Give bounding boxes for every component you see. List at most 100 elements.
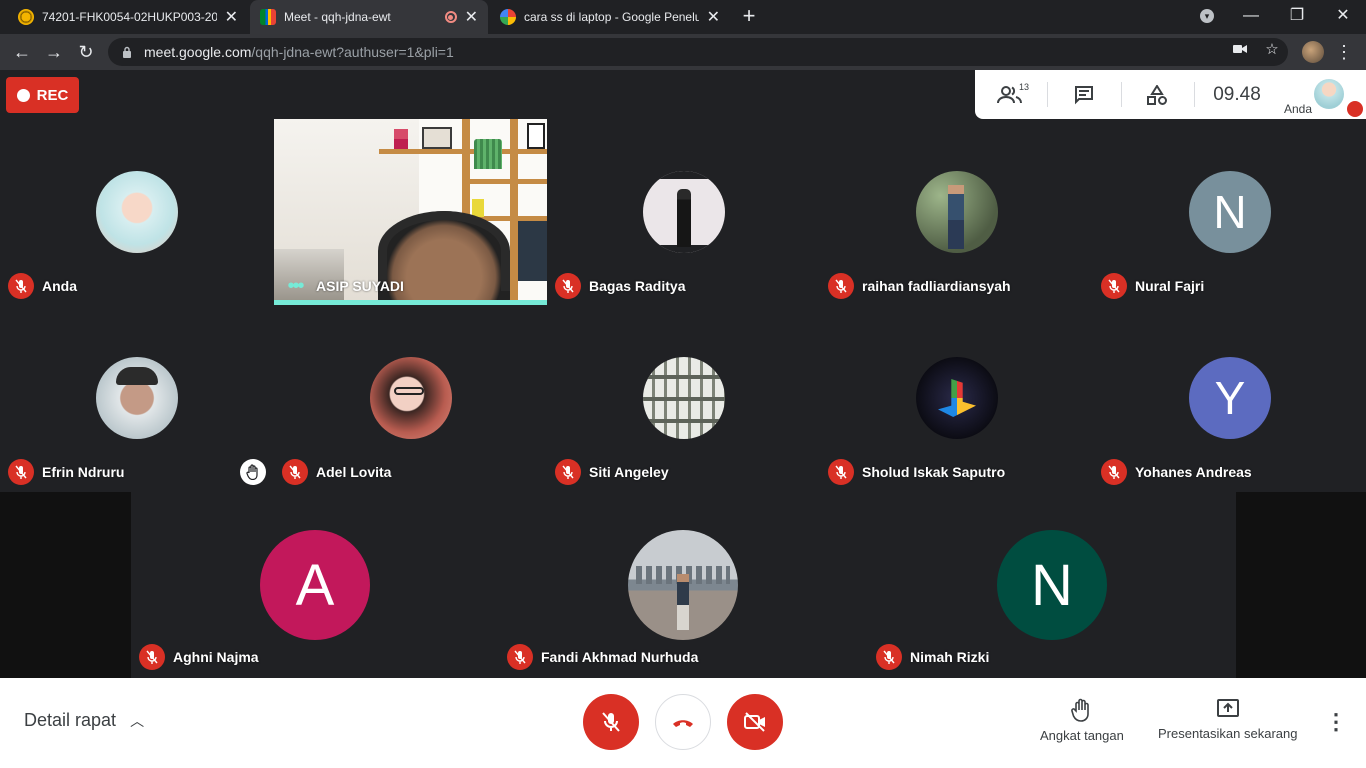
- participant-avatar: [643, 171, 725, 253]
- participant-tile[interactable]: Fandi Akhmad Nurhuda: [499, 492, 867, 678]
- browser-tab-1[interactable]: 74201-FHK0054-02HUKP003-202 ✕: [8, 0, 248, 34]
- participant-avatar: [643, 357, 725, 439]
- participant-name: Aghni Najma: [173, 649, 259, 665]
- photo-band: [643, 171, 725, 179]
- activities-button[interactable]: [1122, 70, 1192, 119]
- close-window-button[interactable]: ✕: [1320, 0, 1366, 34]
- participant-name: raihan fadliardiansyah: [862, 278, 1011, 294]
- self-view-tile[interactable]: Anda: [1281, 70, 1366, 119]
- participant-nameplate: raihan fadliardiansyah: [828, 273, 1011, 299]
- url-host: meet.google.com: [144, 44, 252, 60]
- participant-tile[interactable]: A Aghni Najma: [131, 492, 499, 678]
- mic-off-icon: [555, 459, 581, 485]
- participant-count: 13: [1019, 82, 1030, 92]
- person-figure: [677, 574, 689, 630]
- divider: [1047, 82, 1048, 107]
- participant-tile[interactable]: Sholud Iskak Saputro: [820, 305, 1093, 491]
- restore-button[interactable]: ❐: [1274, 0, 1320, 34]
- camera-in-use-icon[interactable]: [1228, 38, 1252, 62]
- minimize-button[interactable]: —: [1228, 0, 1274, 34]
- back-icon[interactable]: ←: [10, 40, 34, 64]
- participant-name: ASIP SUYADI: [316, 278, 404, 294]
- playstation-logo-icon: [938, 379, 976, 417]
- participant-row-inner: A Aghni Najma Fandi Akhmad Nurhuda N Nim…: [131, 492, 1236, 678]
- close-tab-icon[interactable]: ✕: [465, 7, 478, 27]
- mic-off-icon: [876, 644, 902, 670]
- browser-toolbar: ← → ↻ meet.google.com/qqh-jdna-ewt?authu…: [0, 34, 1366, 70]
- participant-nameplate: Fandi Akhmad Nurhuda: [507, 644, 698, 670]
- mic-off-icon: [602, 712, 620, 732]
- participant-tile[interactable]: raihan fadliardiansyah: [820, 119, 1093, 305]
- browser-tab-bar: 74201-FHK0054-02HUKP003-202 ✕ Meet - qqh…: [0, 0, 1366, 34]
- letter-avatar: N: [997, 530, 1107, 640]
- url-path: /qqh-jdna-ewt?authuser=1&pli=1: [251, 44, 454, 60]
- participant-nameplate: Anda: [8, 273, 77, 299]
- raise-hand-button[interactable]: Angkat tangan: [1040, 698, 1124, 743]
- participant-tile[interactable]: Efrin Ndruru: [0, 305, 273, 491]
- meeting-details-button[interactable]: Detail rapat ︿: [24, 710, 144, 731]
- forward-icon[interactable]: →: [42, 40, 66, 64]
- participant-name: Sholud Iskak Saputro: [862, 464, 1006, 480]
- participant-name: Bagas Raditya: [589, 278, 686, 294]
- mic-off-icon: [1101, 459, 1127, 485]
- recording-badge[interactable]: REC: [6, 77, 79, 113]
- tab-title: Meet - qqh-jdna-ewt: [284, 10, 391, 24]
- avatar-letter: A: [295, 552, 335, 618]
- participants-button[interactable]: 13: [975, 70, 1045, 119]
- participant-name: Yohanes Andreas: [1135, 464, 1252, 480]
- participant-row-bottom: A Aghni Najma Fandi Akhmad Nurhuda N Nim…: [0, 492, 1366, 678]
- raise-hand-icon: [1071, 698, 1089, 722]
- participant-tile[interactable]: N Nimah Rizki: [868, 492, 1236, 678]
- participant-tile[interactable]: N Nural Fajri: [1093, 119, 1366, 305]
- participant-nameplate: Nural Fajri: [1101, 273, 1204, 299]
- mic-off-icon: [828, 459, 854, 485]
- reload-icon[interactable]: ↻: [74, 40, 98, 64]
- meeting-clock: 09.48: [1213, 84, 1261, 105]
- mic-off-icon: [555, 273, 581, 299]
- participant-avatar: [628, 530, 738, 640]
- browser-tab-3[interactable]: cara ss di laptop - Google Penelu ✕: [490, 0, 730, 34]
- meeting-details-label: Detail rapat: [24, 710, 117, 730]
- tab-search-icon[interactable]: ▾: [1184, 0, 1230, 34]
- bookmark-star-icon[interactable]: ☆: [1260, 38, 1284, 62]
- meet-favicon-icon: [260, 9, 276, 25]
- more-options-icon[interactable]: ⋮: [1324, 708, 1348, 738]
- mic-off-icon: [8, 273, 34, 299]
- person-figure: [948, 185, 964, 249]
- mic-off-icon: [282, 459, 308, 485]
- participant-tile[interactable]: Siti Angeley: [547, 305, 820, 491]
- leave-call-button[interactable]: [655, 694, 711, 750]
- browser-menu-icon[interactable]: ⋮: [1334, 40, 1354, 64]
- camera-toggle-button[interactable]: [727, 694, 783, 750]
- shapes-icon: [1147, 84, 1167, 105]
- mic-off-icon: [1101, 273, 1127, 299]
- microphone-toggle-button[interactable]: [583, 694, 639, 750]
- present-now-button[interactable]: Presentasikan sekarang: [1158, 698, 1297, 741]
- participant-nameplate: Efrin Ndruru: [8, 459, 124, 485]
- address-bar[interactable]: meet.google.com/qqh-jdna-ewt?authuser=1&…: [108, 38, 1288, 66]
- chat-button[interactable]: [1049, 70, 1119, 119]
- participant-tile[interactable]: Bagas Raditya: [547, 119, 820, 305]
- participant-tile[interactable]: Y Yohanes Andreas: [1093, 305, 1366, 491]
- participant-name: Adel Lovita: [316, 464, 392, 480]
- participant-nameplate: Aghni Najma: [139, 644, 259, 670]
- mic-off-icon: [139, 644, 165, 670]
- chevron-up-icon: ︿: [130, 712, 145, 729]
- avatar-letter: N: [1213, 186, 1247, 238]
- tab-title: 74201-FHK0054-02HUKP003-202: [42, 10, 217, 24]
- participant-name: Fandi Akhmad Nurhuda: [541, 649, 699, 665]
- browser-tab-meet[interactable]: Meet - qqh-jdna-ewt ✕: [250, 0, 488, 34]
- new-tab-button[interactable]: +: [736, 4, 762, 30]
- raised-hand-icon: [240, 459, 266, 485]
- record-dot-icon: [16, 88, 30, 102]
- close-tab-icon[interactable]: ✕: [707, 7, 720, 27]
- profile-avatar[interactable]: [1302, 41, 1324, 63]
- participant-avatar: [916, 171, 998, 253]
- close-tab-icon[interactable]: ✕: [225, 7, 238, 27]
- participant-tile[interactable]: Anda: [0, 119, 273, 305]
- google-favicon-icon: [500, 9, 516, 25]
- participant-tile[interactable]: Adel Lovita: [274, 305, 547, 491]
- participant-name: Nural Fajri: [1135, 278, 1205, 294]
- participant-tile-active[interactable]: ••• ASIP SUYADI: [274, 119, 547, 305]
- avatar-letter: N: [1031, 552, 1073, 618]
